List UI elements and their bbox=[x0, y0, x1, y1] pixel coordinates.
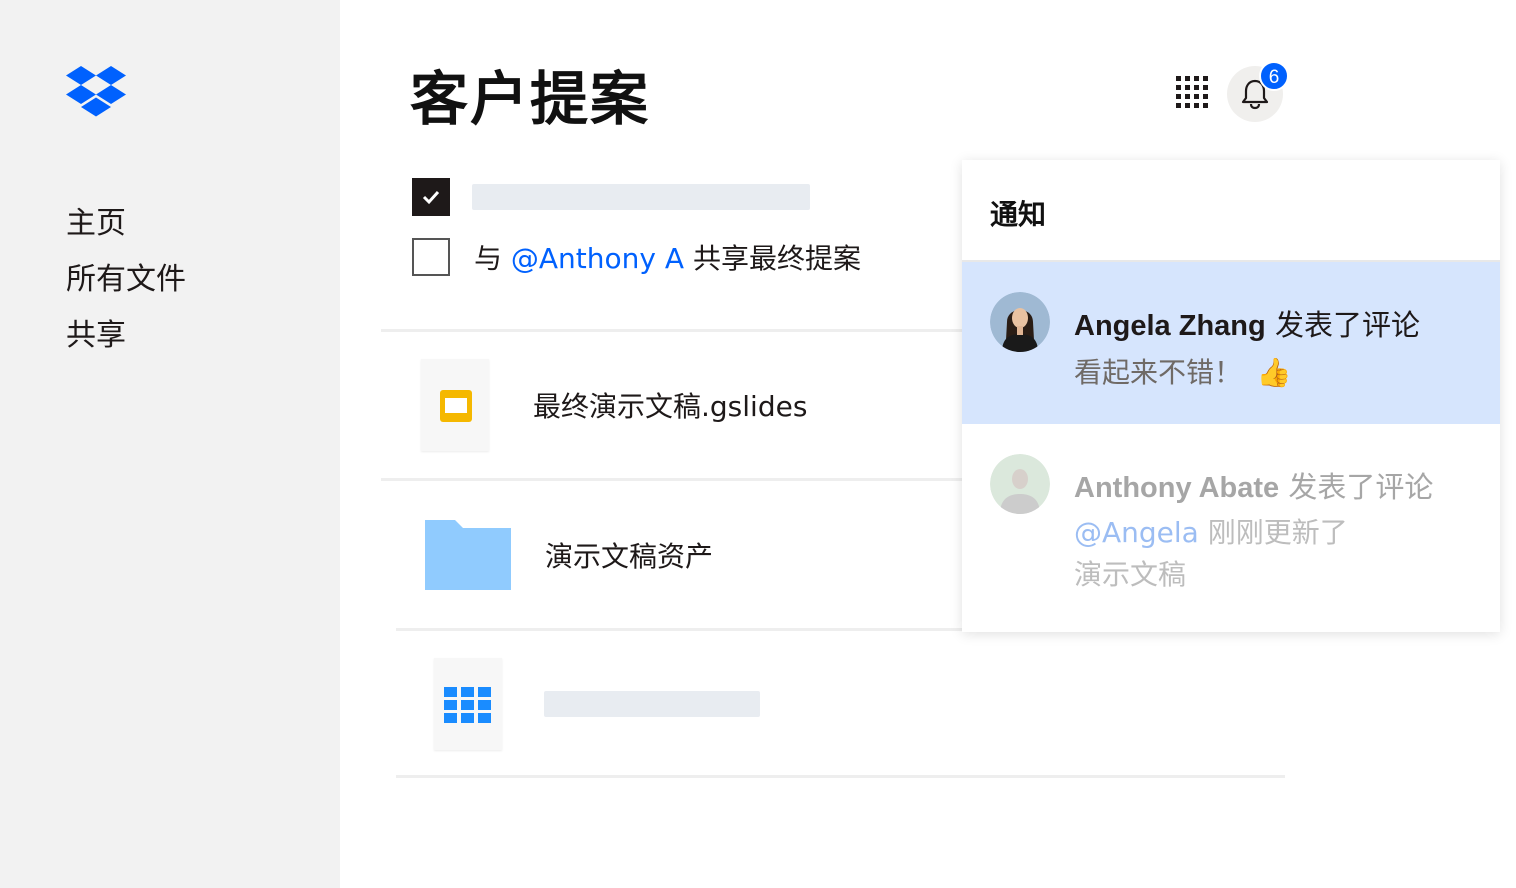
notification-action: 发表了评论 bbox=[1279, 470, 1434, 504]
file-row[interactable]: 最终演示文稿.gslides bbox=[421, 359, 807, 451]
sidebar-item-home[interactable]: 主页 bbox=[66, 196, 186, 252]
task-checkbox[interactable] bbox=[412, 238, 450, 276]
avatar bbox=[990, 454, 1050, 514]
notification-message: @Angela 刚刚更新了 bbox=[1074, 512, 1348, 554]
notification-count-badge: 6 bbox=[1259, 61, 1289, 91]
notification-message-text: 刚刚更新了 bbox=[1198, 516, 1348, 549]
file-name-placeholder bbox=[544, 691, 760, 717]
folder-icon bbox=[425, 520, 511, 590]
notification-panel: 通知 Angela Zhang 发表了评论 Anthony Abate 发表了评… bbox=[962, 160, 1500, 632]
folder-name: 演示文稿资产 bbox=[545, 540, 714, 573]
slides-icon bbox=[440, 390, 472, 422]
sidebar: 主页 所有文件 共享 bbox=[0, 0, 340, 888]
notification-panel-title: 通知 bbox=[962, 160, 1500, 262]
task-text-placeholder bbox=[472, 184, 810, 210]
notification-author: Angela Zhang bbox=[1074, 310, 1266, 342]
file-thumbnail bbox=[434, 658, 502, 750]
task-item bbox=[412, 178, 810, 216]
task-checkbox[interactable] bbox=[412, 178, 450, 216]
task-text: 与 @Anthony A 共享最终提案 bbox=[474, 237, 861, 277]
task-text-suffix: 共享最终提案 bbox=[684, 242, 861, 275]
file-row[interactable] bbox=[434, 658, 760, 750]
checkmark-icon bbox=[422, 190, 440, 205]
notification-message-line2: 演示文稿 bbox=[1074, 558, 1187, 591]
divider bbox=[381, 329, 971, 332]
divider bbox=[381, 478, 971, 481]
file-name: 最终演示文稿.gslides bbox=[533, 390, 808, 423]
notification-item[interactable]: Anthony Abate 发表了评论 @Angela 刚刚更新了 演示文稿 bbox=[962, 424, 1500, 630]
task-text-prefix: 与 bbox=[474, 242, 511, 275]
sidebar-nav: 主页 所有文件 共享 bbox=[66, 196, 186, 364]
mention-link[interactable]: @Anthony A bbox=[511, 242, 684, 275]
notification-action: 发表了评论 bbox=[1265, 308, 1420, 342]
app-grid-icon[interactable] bbox=[1174, 74, 1210, 110]
notification-author: Anthony Abate bbox=[1074, 472, 1280, 504]
divider bbox=[396, 628, 971, 631]
notification-item[interactable]: Angela Zhang 发表了评论 bbox=[962, 262, 1500, 424]
spreadsheet-icon bbox=[444, 687, 491, 723]
notification-message-text: 看起来不错！ bbox=[1074, 356, 1243, 389]
sidebar-item-all-files[interactable]: 所有文件 bbox=[66, 252, 186, 308]
divider bbox=[396, 775, 1285, 778]
mention-link[interactable]: @Angela bbox=[1074, 516, 1199, 549]
sidebar-item-shared[interactable]: 共享 bbox=[66, 308, 186, 364]
page-title: 客户提案 bbox=[410, 65, 651, 133]
dropbox-logo-icon[interactable] bbox=[66, 66, 126, 118]
thumbs-up-icon: 👍 bbox=[1256, 356, 1292, 389]
folder-row[interactable]: 演示文稿资产 bbox=[425, 520, 713, 590]
task-item: 与 @Anthony A 共享最终提案 bbox=[412, 237, 861, 277]
notification-message: 看起来不错！ 👍 bbox=[1074, 351, 1292, 391]
file-thumbnail bbox=[421, 359, 489, 451]
notification-title: Anthony Abate 发表了评论 bbox=[1074, 464, 1433, 506]
avatar bbox=[990, 292, 1050, 352]
notification-title: Angela Zhang 发表了评论 bbox=[1074, 302, 1420, 344]
